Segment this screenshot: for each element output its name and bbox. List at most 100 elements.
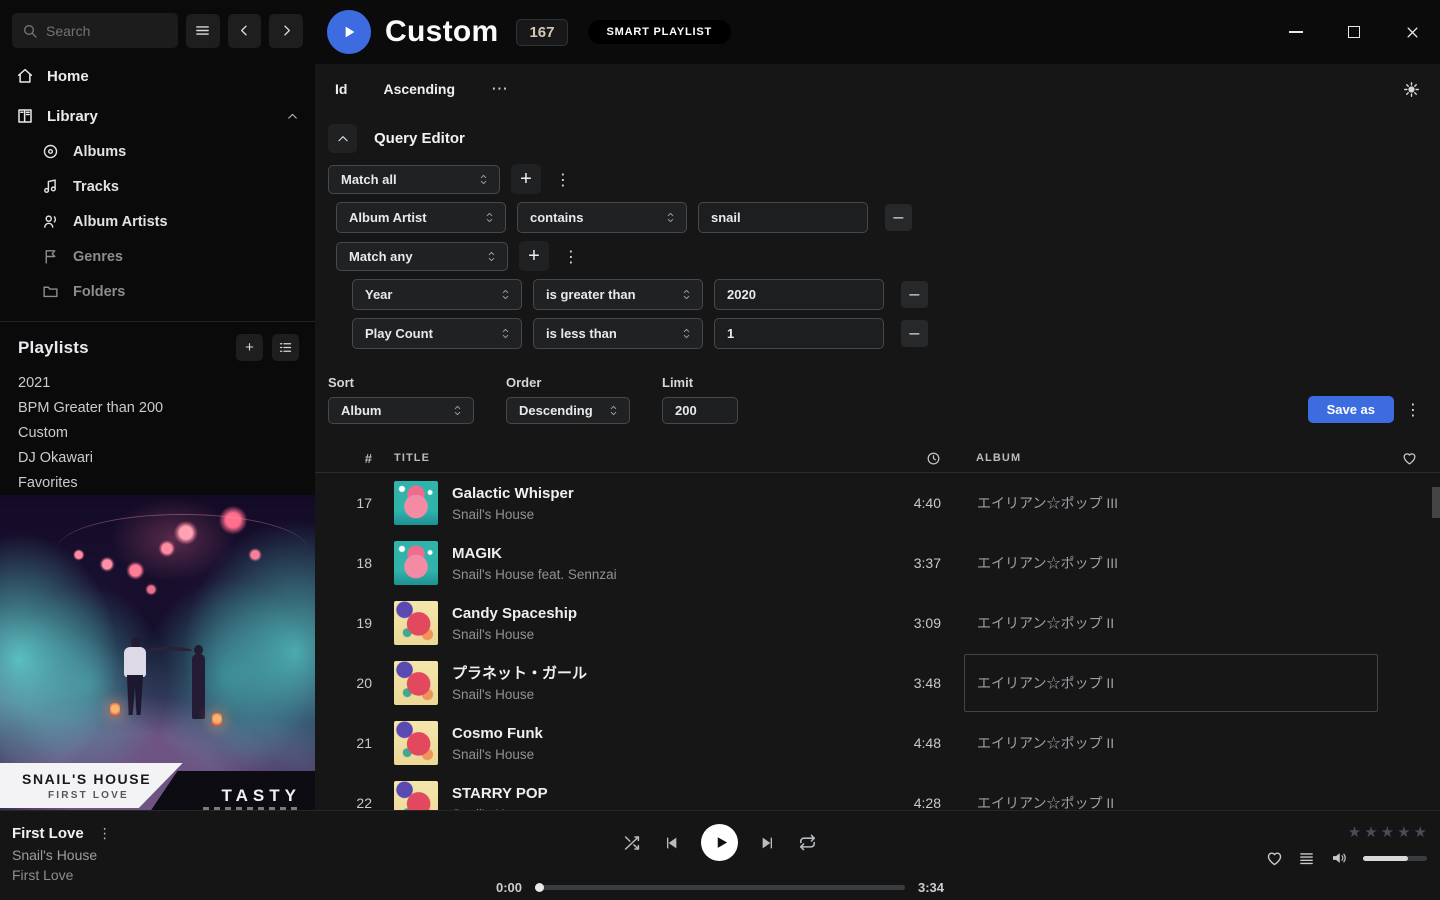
match-select-group1[interactable]: Match all: [328, 165, 500, 194]
playlist-item-custom[interactable]: Custom: [0, 420, 315, 445]
sidebar-item-album-artists[interactable]: Album Artists: [0, 204, 315, 239]
track-title[interactable]: STARRY POP: [452, 784, 881, 804]
track-artist[interactable]: Snail's House: [452, 627, 881, 642]
rule2-operator-select[interactable]: is greater than: [533, 279, 703, 310]
menu-button[interactable]: [186, 14, 220, 48]
track-title[interactable]: Cosmo Funk: [452, 724, 881, 744]
track-album[interactable]: エイリアン☆ポップ III: [964, 474, 1378, 532]
add-rule-button-group2[interactable]: +: [519, 241, 549, 271]
group2-menu-button[interactable]: ⋮: [560, 241, 582, 271]
table-row[interactable]: 17 Galactic WhisperSnail's House 4:40 エイ…: [315, 473, 1440, 533]
queue-icon[interactable]: [1298, 850, 1315, 867]
star-icon[interactable]: ★: [1364, 823, 1377, 841]
track-album[interactable]: エイリアン☆ポップ II: [964, 774, 1378, 810]
star-icon[interactable]: ★: [1397, 823, 1410, 841]
track-album-focused-cell[interactable]: エイリアン☆ポップ II: [964, 654, 1378, 712]
sidebar-item-albums[interactable]: Albums: [0, 134, 315, 169]
more-options-icon[interactable]: ⋯: [491, 79, 508, 99]
query-editor-collapse-button[interactable]: [328, 124, 357, 153]
rule2-value-input[interactable]: [714, 279, 884, 310]
playlist-item-favorites[interactable]: Favorites: [0, 470, 315, 495]
duration-clock-icon[interactable]: [881, 451, 941, 466]
add-playlist-button[interactable]: +: [236, 334, 263, 361]
rule2-field-select[interactable]: Year: [352, 279, 522, 310]
sort-direction-button[interactable]: Ascending: [383, 81, 455, 97]
limit-input[interactable]: [662, 397, 738, 424]
sidebar-item-tracks[interactable]: Tracks: [0, 169, 315, 204]
sidebar-item-home[interactable]: Home: [0, 64, 315, 88]
chevron-up-icon[interactable]: [286, 110, 299, 123]
star-icon[interactable]: ★: [1381, 823, 1394, 841]
match-select-group2[interactable]: Match any: [336, 242, 508, 271]
sidebar-item-library[interactable]: Library: [0, 104, 315, 128]
volume-icon[interactable]: [1330, 849, 1348, 867]
window-minimize-button[interactable]: [1282, 18, 1310, 46]
table-row[interactable]: 22 STARRY POPSnail's House 4:28 エイリアン☆ポッ…: [315, 773, 1440, 810]
rule1-value-input[interactable]: [698, 202, 868, 233]
repeat-button[interactable]: [798, 833, 817, 852]
track-title[interactable]: Candy Spaceship: [452, 604, 881, 624]
rule1-operator-select[interactable]: contains: [517, 202, 687, 233]
column-header-title[interactable]: TITLE: [394, 452, 881, 464]
window-close-button[interactable]: [1398, 18, 1426, 46]
save-as-button[interactable]: Save as: [1308, 396, 1394, 423]
nav-forward-button[interactable]: [269, 14, 303, 48]
add-rule-button-group1[interactable]: +: [511, 164, 541, 194]
track-album[interactable]: エイリアン☆ポップ III: [964, 534, 1378, 592]
rule3-operator-select[interactable]: is less than: [533, 318, 703, 349]
track-album[interactable]: エイリアン☆ポップ II: [964, 714, 1378, 772]
track-title[interactable]: MAGIK: [452, 544, 881, 564]
window-maximize-button[interactable]: [1340, 18, 1368, 46]
playlist-item-2021[interactable]: 2021: [0, 370, 315, 395]
favorite-heart-icon[interactable]: [1378, 451, 1440, 466]
sort-select[interactable]: Album: [328, 397, 474, 424]
table-row[interactable]: 21 Cosmo FunkSnail's House 4:48 エイリアン☆ポッ…: [315, 713, 1440, 773]
save-menu-button[interactable]: ⋮: [1402, 394, 1424, 424]
select-updown-icon: [484, 211, 495, 224]
table-row[interactable]: 19 Candy SpaceshipSnail's House 3:09 エイリ…: [315, 593, 1440, 653]
seek-bar[interactable]: [535, 885, 905, 890]
star-icon[interactable]: ★: [1414, 823, 1427, 841]
track-title[interactable]: プラネット・ガール: [452, 664, 881, 684]
remove-rule1-button[interactable]: −: [885, 204, 912, 231]
track-album[interactable]: エイリアン☆ポップ II: [964, 594, 1378, 652]
play-playlist-button[interactable]: [327, 10, 371, 54]
shuffle-button[interactable]: [623, 834, 641, 852]
remove-rule3-button[interactable]: −: [901, 320, 928, 347]
column-header-index[interactable]: #: [315, 451, 372, 466]
track-artist[interactable]: Snail's House: [452, 747, 881, 762]
gear-icon[interactable]: [1403, 81, 1420, 98]
seek-thumb[interactable]: [535, 883, 544, 892]
playlist-item-bpm[interactable]: BPM Greater than 200: [0, 395, 315, 420]
favorite-heart-icon[interactable]: [1266, 850, 1283, 867]
scrollbar-thumb[interactable]: [1432, 487, 1440, 518]
play-button[interactable]: [701, 824, 738, 861]
sidebar-item-folders[interactable]: Folders: [0, 274, 315, 309]
now-playing-cover-art[interactable]: TASTY SNAIL'S HOUSE FIRST LOVE: [0, 495, 315, 810]
sort-field-button[interactable]: Id: [335, 81, 347, 97]
search-box[interactable]: [12, 13, 178, 48]
star-icon[interactable]: ★: [1348, 823, 1361, 841]
remove-rule2-button[interactable]: −: [901, 281, 928, 308]
table-row[interactable]: 20 プラネット・ガールSnail's House 3:48 エイリアン☆ポップ…: [315, 653, 1440, 713]
next-track-button[interactable]: [760, 835, 776, 851]
rule1-field-select[interactable]: Album Artist: [336, 202, 506, 233]
playlist-list-button[interactable]: [272, 334, 299, 361]
track-title[interactable]: Galactic Whisper: [452, 484, 881, 504]
sidebar-item-genres[interactable]: Genres: [0, 239, 315, 274]
order-select[interactable]: Descending: [506, 397, 630, 424]
track-artist[interactable]: Snail's House: [452, 507, 881, 522]
rule3-value-input[interactable]: [714, 318, 884, 349]
column-header-album[interactable]: ALBUM: [964, 452, 1378, 464]
previous-track-button[interactable]: [663, 835, 679, 851]
track-artist[interactable]: Snail's House feat. Sennzai: [452, 567, 881, 582]
volume-slider[interactable]: [1363, 856, 1427, 861]
nav-back-button[interactable]: [228, 14, 262, 48]
table-row[interactable]: 18 MAGIKSnail's House feat. Sennzai 3:37…: [315, 533, 1440, 593]
rule3-field-select[interactable]: Play Count: [352, 318, 522, 349]
group1-menu-button[interactable]: ⋮: [552, 164, 574, 194]
track-artist[interactable]: Snail's House: [452, 687, 881, 702]
query-editor: Query Editor Match all + ⋮ Album Artist …: [315, 124, 1440, 349]
playlist-item-dj-okawari[interactable]: DJ Okawari: [0, 445, 315, 470]
search-input[interactable]: [46, 23, 166, 39]
